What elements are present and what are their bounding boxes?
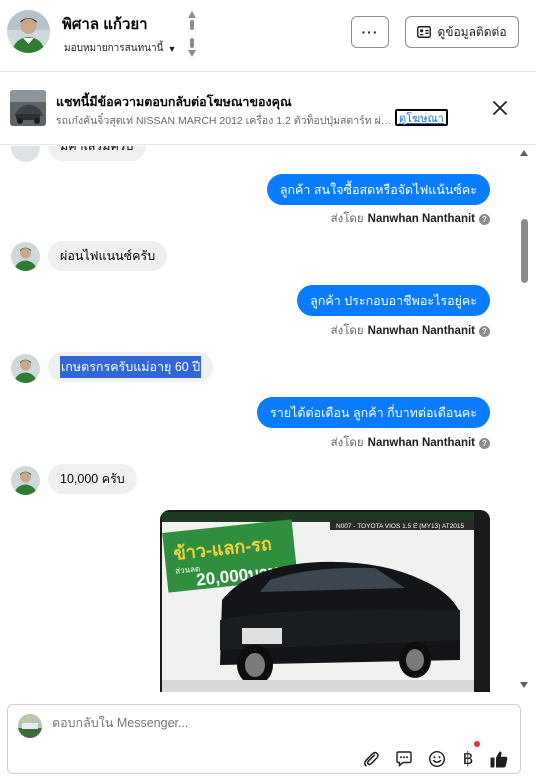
car-photo-attachment[interactable]: N007 - TOYOTA VIOS 1.5 E (MY13) AT2015 ข… (160, 510, 490, 692)
ad-description: รถเก๋งคันจิ๋วสุดเท่ NISSAN MARCH 2012 เค… (56, 115, 394, 127)
more-icon: ··· (361, 24, 379, 40)
close-icon[interactable] (489, 97, 511, 119)
notification-dot (474, 741, 480, 747)
help-icon[interactable]: ? (479, 325, 490, 337)
more-options-button[interactable]: ··· (351, 16, 389, 48)
contact-card-icon (417, 26, 432, 38)
incoming-message[interactable]: 10,000 ครับ (48, 464, 137, 494)
sender-avatar (11, 146, 40, 162)
scroll-down-icon[interactable] (520, 682, 528, 688)
outgoing-message[interactable]: รายได้ต่อเดือน ลูกค้า กี่บาทต่อเดือนคะ (257, 397, 490, 428)
ad-reply-banner: แชทนี้มีข้อความตอบกลับต่อโฆษณาของคุณ รถเ… (0, 73, 536, 145)
scroll-up-icon[interactable] (520, 150, 528, 156)
chevron-down-icon: ▼ (167, 43, 177, 54)
reply-input[interactable] (52, 716, 352, 730)
outgoing-message[interactable]: ลูกค้า ประกอบอาชีพอะไรอยู่คะ (297, 285, 490, 316)
incoming-message[interactable]: มีค่าเสริมครับ (48, 146, 146, 161)
sent-by-line: ส่งโดย Nanwhan Nanthanit ? (331, 434, 490, 452)
sender-avatar (11, 354, 40, 383)
speech-bubble-icon[interactable] (393, 748, 415, 770)
customer-name: พิศาล แก้วยา (62, 16, 148, 33)
view-contact-label: ดูข้อมูลติดต่อ (437, 24, 507, 39)
paperclip-icon[interactable] (360, 748, 382, 770)
incoming-message[interactable]: เกษตรกรครับแม่อายุ 60 ปี (48, 352, 214, 382)
scrollbar-thumb[interactable] (521, 219, 528, 283)
view-ad-link[interactable]: ดูโฆษณา (395, 109, 448, 126)
assign-conversation-dropdown[interactable]: มอบหมายการสนทนานี้ ▼ (64, 41, 176, 56)
selected-text: เกษตรกรครับแม่อายุ 60 ปี (60, 356, 202, 378)
conversation-header: พิศาล แก้วยา มอบหมายการสนทนานี้ ▼ ··· ดู… (0, 0, 536, 72)
sender-avatar (11, 242, 40, 271)
help-icon[interactable]: ? (479, 437, 490, 449)
ad-thumbnail[interactable] (10, 90, 46, 126)
smiley-icon[interactable] (426, 748, 448, 770)
message-thread[interactable]: มีค่าเสริมครับ ลูกค้า สนใจซื้อสดหรือจัดไ… (0, 146, 536, 692)
baht-icon[interactable]: ฿ (457, 748, 479, 770)
sent-by-line: ส่งโดย Nanwhan Nanthanit ? (331, 210, 490, 228)
help-icon[interactable]: ? (479, 213, 490, 225)
outgoing-message[interactable]: ลูกค้า สนใจซื้อสดหรือจัดไฟแน้นซ์คะ (266, 174, 490, 205)
page-avatar (18, 714, 42, 738)
up-down-icon[interactable] (186, 10, 198, 58)
sent-by-line: ส่งโดย Nanwhan Nanthanit ? (331, 322, 490, 340)
reply-composer: ฿ (7, 704, 521, 774)
car-model-label: N007 - TOYOTA VIOS 1.5 E (MY13) AT2015 (336, 523, 465, 530)
customer-avatar[interactable] (7, 10, 50, 53)
sender-avatar (11, 466, 40, 495)
incoming-message[interactable]: ผ่อนไฟแนนซ์ครับ (48, 241, 168, 271)
thumbs-up-icon[interactable] (488, 748, 510, 770)
view-contact-button[interactable]: ดูข้อมูลติดต่อ (405, 16, 519, 48)
ad-banner-title: แชทนี้มีข้อความตอบกลับต่อโฆษณาของคุณ (56, 95, 292, 109)
assign-label: มอบหมายการสนทนานี้ (64, 43, 164, 54)
